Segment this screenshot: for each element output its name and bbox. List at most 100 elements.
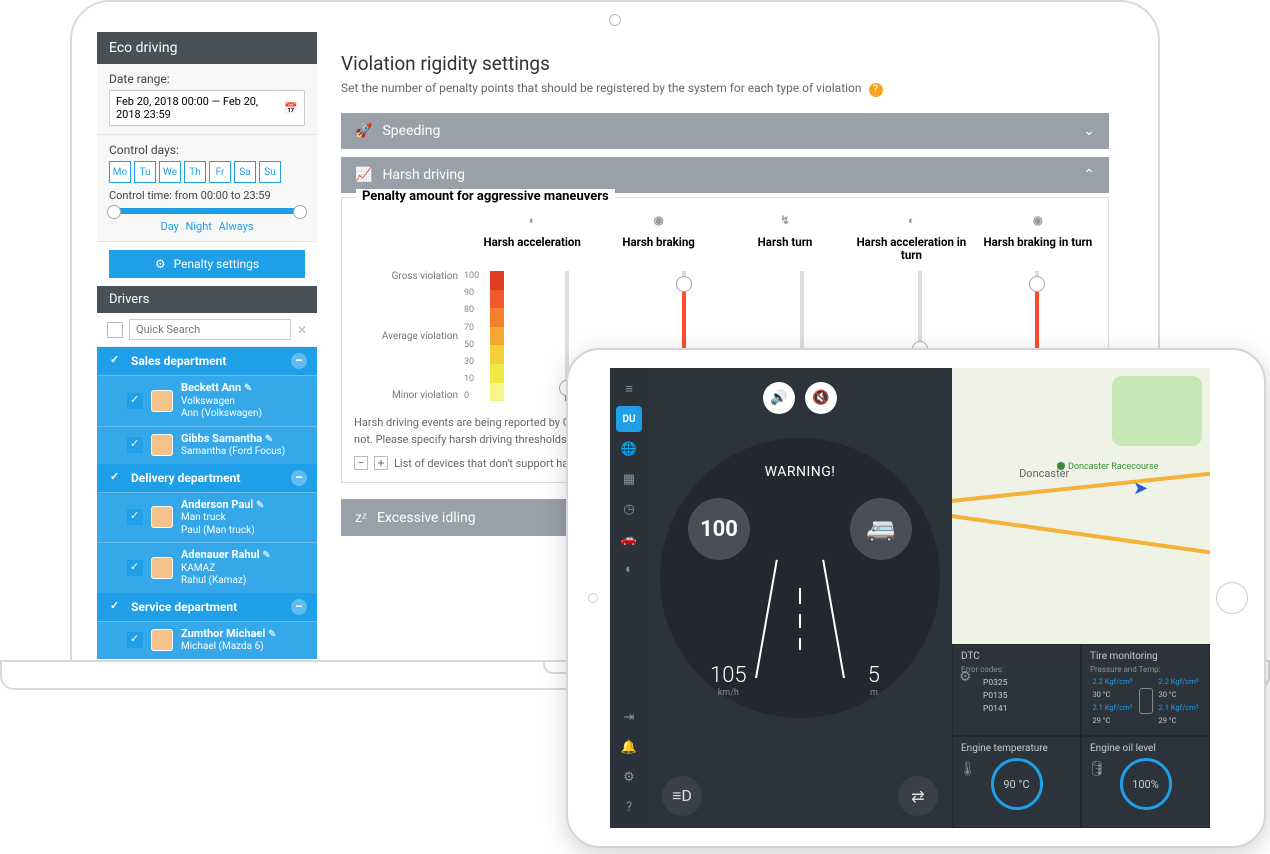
label-gross: Gross violation: [354, 271, 458, 282]
mode-always[interactable]: Always: [219, 220, 254, 233]
swap-button[interactable]: ⇄: [898, 776, 938, 816]
dept-delivery[interactable]: Delivery department −: [97, 464, 317, 492]
dist-value: 5: [868, 663, 880, 688]
speed-unit: km/h: [710, 688, 747, 698]
gear-icon[interactable]: ⚙: [616, 764, 642, 790]
driver-search-input[interactable]: [129, 319, 291, 340]
map-view[interactable]: Doncaster Doncaster Racecourse ➤: [952, 368, 1210, 644]
dashboard-circle: WARNING! 100 🚐 105 km/h 5 m: [660, 438, 940, 718]
edit-icon[interactable]: ✎: [265, 434, 273, 445]
help-icon[interactable]: ?: [616, 794, 642, 820]
driver-checkbox[interactable]: [127, 632, 143, 648]
map-poi-label: Doncaster Racecourse: [1057, 462, 1158, 472]
driver-row[interactable]: Adenauer Rahul ✎ KAMAZ Rahul (Kamaz): [97, 542, 317, 593]
collapse-icon[interactable]: −: [291, 599, 307, 615]
widget-engine-temp[interactable]: Engine temperature 🌡 90 °C: [952, 736, 1081, 828]
driver-sub1: Samantha (Ford Focus): [181, 446, 285, 459]
driver-sub1: KAMAZ: [181, 563, 271, 576]
car-icon[interactable]: 🚗: [616, 526, 642, 552]
col-harsh-accel: ◐Harsh acceleration: [474, 214, 590, 264]
bell-icon[interactable]: 🔔: [616, 734, 642, 760]
brake-icon: ◉: [650, 214, 668, 232]
day-su[interactable]: Su: [259, 161, 281, 183]
distance-readout: 5 m: [868, 663, 880, 698]
menu-icon[interactable]: ≡: [616, 376, 642, 402]
day-fr[interactable]: Fr: [209, 161, 231, 183]
dept-label: Delivery department: [131, 471, 240, 485]
widget-title: DTC: [961, 651, 1072, 662]
sound-on-button[interactable]: 🔊: [763, 382, 795, 414]
driver-checkbox[interactable]: [127, 560, 143, 576]
date-range-input[interactable]: Feb 20, 2018 00:00 — Feb 20, 2018 23:59 …: [109, 90, 305, 126]
widget-sub: Pressure and Temp:: [1090, 665, 1201, 674]
driver-text: Gibbs Samantha ✎ Samantha (Ford Focus): [181, 432, 285, 459]
tablet-screen: ≡ DU 🌐 ▦ ◷ 🚗 ◐ ⇥ 🔔 ⚙ ? 🔊 🔇 WARNING! 100 …: [610, 368, 1210, 828]
select-all-checkbox[interactable]: [107, 322, 123, 338]
driver-row[interactable]: Beckett Ann ✎ Volkswagen Ann (Volkswagen…: [97, 375, 317, 426]
time-range-slider[interactable]: [109, 208, 305, 214]
day-th[interactable]: Th: [184, 161, 206, 183]
dept-label: Sales department: [131, 354, 226, 368]
collapse-icon[interactable]: −: [291, 470, 307, 486]
help-icon[interactable]: ?: [869, 83, 883, 97]
accordion-harsh-driving[interactable]: 📈 Harsh driving ⌃: [341, 157, 1109, 193]
headlight-button[interactable]: ≡D: [662, 776, 702, 816]
mode-day[interactable]: Day: [160, 220, 178, 233]
driver-checkbox[interactable]: [127, 437, 143, 453]
dept-service[interactable]: Service department −: [97, 593, 317, 621]
day-sa[interactable]: Sa: [234, 161, 256, 183]
sound-off-button[interactable]: 🔇: [805, 382, 837, 414]
driver-name: Zumthor Michael: [181, 627, 265, 640]
temp-gauge: 90 °C: [991, 758, 1043, 810]
driver-text: Beckett Ann ✎ Volkswagen Ann (Volkswagen…: [181, 381, 262, 421]
dept-checkbox[interactable]: [107, 470, 123, 486]
widget-title: Engine oil level: [1090, 743, 1201, 754]
avatar: [151, 506, 173, 528]
dept-sales[interactable]: Sales department −: [97, 347, 317, 375]
idle-icon: zᶻ: [355, 509, 367, 526]
tablet-nav: ≡ DU 🌐 ▦ ◷ 🚗 ◐ ⇥ 🔔 ⚙ ?: [610, 368, 648, 828]
driver-name: Anderson Paul: [181, 498, 253, 511]
dept-label: Service department: [131, 600, 237, 614]
edit-icon[interactable]: ✎: [244, 383, 252, 394]
clock-icon[interactable]: ◷: [616, 496, 642, 522]
day-we[interactable]: We: [159, 161, 181, 183]
color-scale-bar: [490, 271, 504, 401]
day-tu[interactable]: Tu: [134, 161, 156, 183]
label-avg: Average violation: [354, 331, 458, 342]
edit-icon[interactable]: ✎: [256, 500, 264, 511]
driver-row[interactable]: Zumthor Michael ✎ Michael (Mazda 6): [97, 621, 317, 659]
driver-text: Zumthor Michael ✎ Michael (Mazda 6): [181, 627, 276, 654]
chart-icon[interactable]: ▦: [616, 466, 642, 492]
collapse-icon[interactable]: −: [291, 353, 307, 369]
logout-icon[interactable]: ⇥: [616, 704, 642, 730]
widget-dtc[interactable]: DTC Error codes: ⚙ P0325 P0135 P0141: [952, 644, 1081, 736]
warning-text: WARNING!: [660, 464, 940, 480]
driver-name: Adenauer Rahul: [181, 548, 260, 561]
calendar-icon: 📅: [284, 102, 298, 115]
driver-row[interactable]: Anderson Paul ✎ Man truck Paul (Man truc…: [97, 492, 317, 543]
edit-icon[interactable]: ✎: [262, 550, 270, 561]
widget-tire[interactable]: Tire monitoring Pressure and Temp: 2.2 K…: [1081, 644, 1210, 736]
day-mo[interactable]: Mo: [109, 161, 131, 183]
dept-checkbox[interactable]: [107, 353, 123, 369]
globe-icon[interactable]: 🌐: [616, 436, 642, 462]
avatar: [151, 629, 173, 651]
control-time-label: Control time: from 00:00 to 23:59: [109, 189, 305, 202]
date-range-block: Date range: Feb 20, 2018 00:00 — Feb 20,…: [97, 64, 317, 135]
location-arrow-icon: ➤: [1133, 478, 1148, 499]
dept-checkbox[interactable]: [107, 599, 123, 615]
driver-checkbox[interactable]: [127, 509, 143, 525]
nav-du[interactable]: DU: [616, 406, 642, 432]
widget-oil[interactable]: Engine oil level 🛢 100%: [1081, 736, 1210, 828]
widget-sub: Error codes:: [961, 665, 1072, 674]
edit-icon[interactable]: ✎: [268, 629, 276, 640]
mode-night[interactable]: Night: [186, 220, 212, 233]
penalty-settings-button[interactable]: ⚙ Penalty settings: [109, 250, 305, 278]
driver-checkbox[interactable]: [127, 393, 143, 409]
driver-row[interactable]: Gibbs Samantha ✎ Samantha (Ford Focus): [97, 426, 317, 464]
clear-icon[interactable]: ✕: [297, 323, 307, 337]
sliders-icon: ⚙: [155, 257, 166, 271]
dash-icon[interactable]: ◐: [616, 556, 642, 582]
accordion-speeding[interactable]: 🚀 Speeding ⌄: [341, 113, 1109, 149]
